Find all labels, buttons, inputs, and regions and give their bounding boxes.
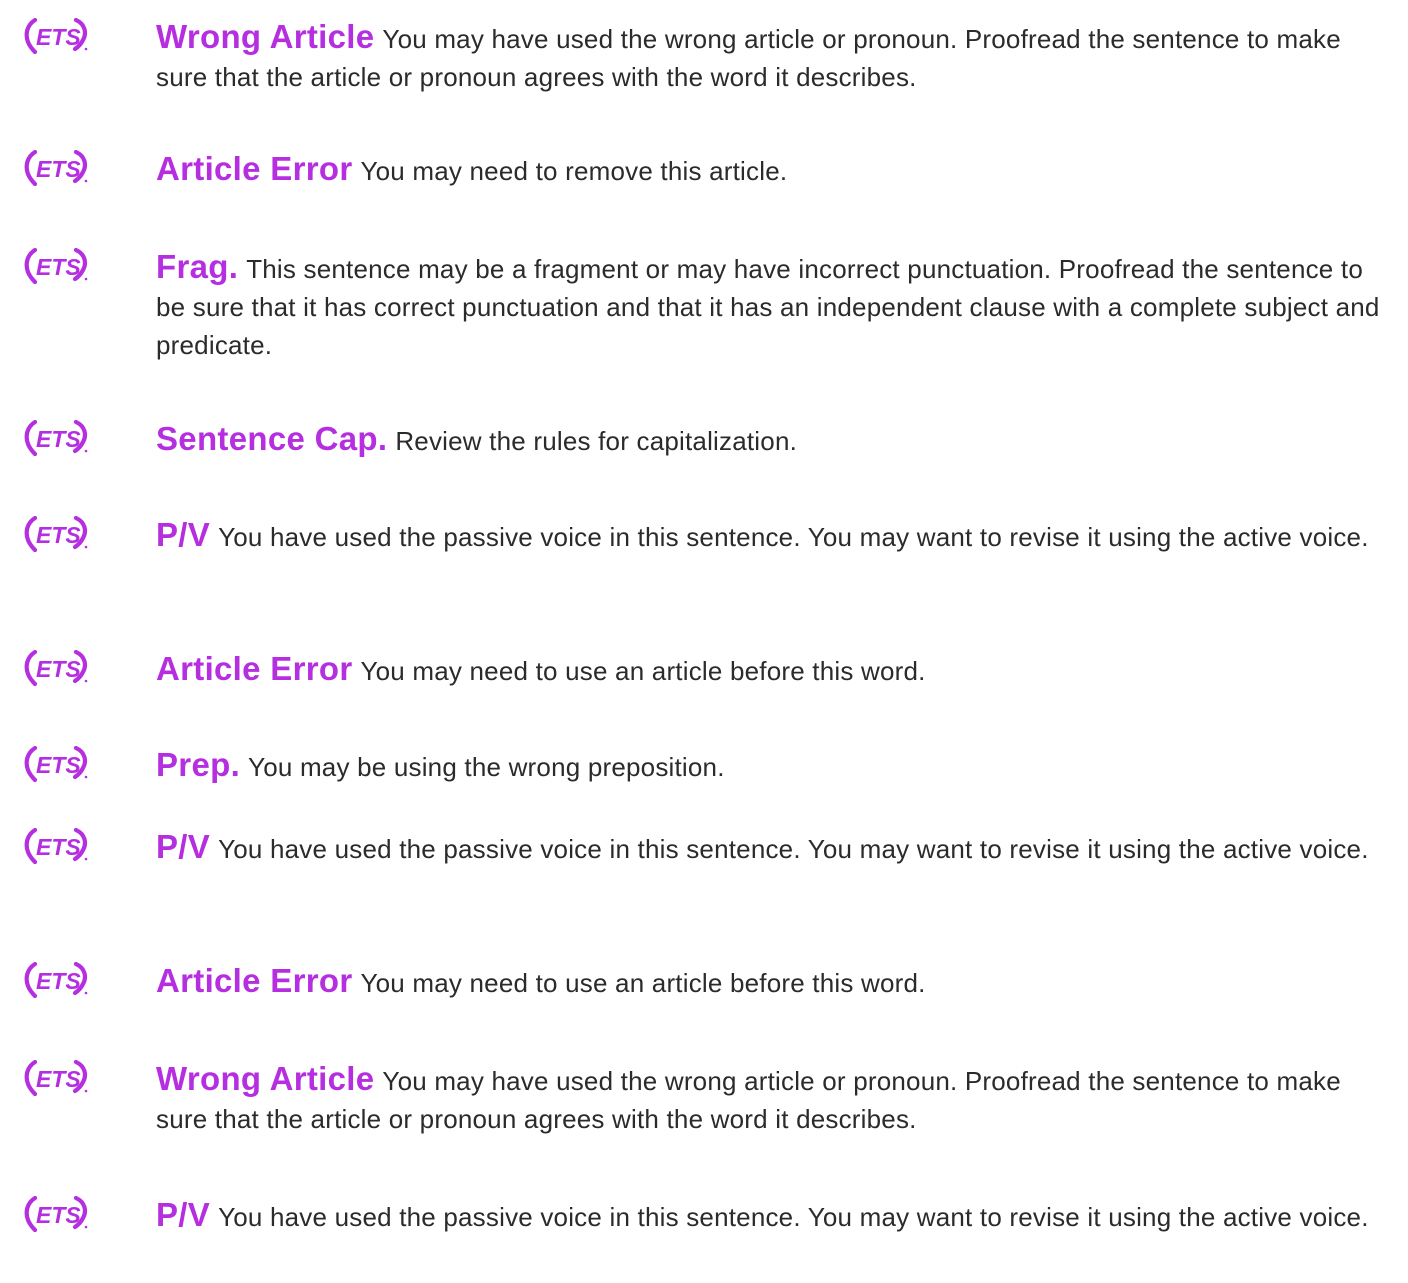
ets-logo-icon: ETS xyxy=(24,650,96,686)
svg-text:ETS: ETS xyxy=(36,156,81,182)
feedback-message: You may be using the wrong preposition. xyxy=(248,752,725,782)
feedback-title: P/V xyxy=(156,828,211,865)
svg-text:ETS: ETS xyxy=(36,1202,81,1228)
svg-text:ETS: ETS xyxy=(36,254,81,280)
svg-text:ETS: ETS xyxy=(36,834,81,860)
feedback-title: Article Error xyxy=(156,150,353,187)
svg-text:ETS: ETS xyxy=(36,968,81,994)
feedback-text: Sentence Cap. Review the rules for capita… xyxy=(156,420,1392,460)
feedback-text: Wrong Article You may have used the wrong… xyxy=(156,1060,1392,1138)
feedback-title: P/V xyxy=(156,516,211,553)
svg-text:ETS: ETS xyxy=(36,1066,81,1092)
feedback-message: This sentence may be a fragment or may h… xyxy=(156,254,1380,360)
feedback-text: P/V You have used the passive voice in th… xyxy=(156,828,1392,868)
feedback-message: You have used the passive voice in this … xyxy=(218,834,1369,864)
ets-logo-icon: ETS xyxy=(24,746,96,782)
feedback-title: Frag. xyxy=(156,248,239,285)
feedback-message: Review the rules for capitalization. xyxy=(395,426,798,456)
ets-logo-icon: ETS xyxy=(24,248,96,284)
ets-logo-icon: ETS xyxy=(24,18,96,54)
svg-text:ETS: ETS xyxy=(36,426,81,452)
feedback-message: You may need to use an article before th… xyxy=(360,656,926,686)
feedback-title: Sentence Cap. xyxy=(156,420,388,457)
feedback-text: Wrong Article You may have used the wrong… xyxy=(156,18,1392,96)
ets-logo-icon: ETS xyxy=(24,150,96,186)
svg-text:ETS: ETS xyxy=(36,522,81,548)
ets-logo-icon: ETS xyxy=(24,828,96,864)
feedback-text: Article Error You may need to use an arti… xyxy=(156,962,1392,1002)
ets-logo-icon: ETS xyxy=(24,1060,96,1096)
ets-logo-icon: ETS xyxy=(24,516,96,552)
feedback-text: Article Error You may need to use an arti… xyxy=(156,650,1392,690)
feedback-title: Prep. xyxy=(156,746,241,783)
feedback-message: You may need to remove this article. xyxy=(360,156,788,186)
feedback-message: You have used the passive voice in this … xyxy=(218,1202,1369,1232)
feedback-message: You have used the passive voice in this … xyxy=(218,522,1369,552)
feedback-text: P/V You have used the passive voice in th… xyxy=(156,516,1392,556)
ets-logo-icon: ETS xyxy=(24,420,96,456)
feedback-title: P/V xyxy=(156,1196,211,1233)
feedback-title: Wrong Article xyxy=(156,1060,375,1097)
svg-text:ETS: ETS xyxy=(36,752,81,778)
ets-logo-icon: ETS xyxy=(24,962,96,998)
feedback-title: Wrong Article xyxy=(156,18,375,55)
svg-text:ETS: ETS xyxy=(36,656,81,682)
feedback-text: P/V You have used the passive voice in th… xyxy=(156,1196,1392,1236)
feedback-text: Prep. You may be using the wrong preposit… xyxy=(156,746,1392,786)
svg-text:ETS: ETS xyxy=(36,24,81,50)
feedback-text: Article Error You may need to remove this… xyxy=(156,150,1392,190)
feedback-list: ETS Wrong Article You may have used the w… xyxy=(0,0,1408,1283)
feedback-title: Article Error xyxy=(156,650,353,687)
ets-logo-icon: ETS xyxy=(24,1196,96,1232)
feedback-text: Frag. This sentence may be a fragment or … xyxy=(156,248,1392,364)
feedback-message: You may need to use an article before th… xyxy=(360,968,926,998)
feedback-title: Article Error xyxy=(156,962,353,999)
